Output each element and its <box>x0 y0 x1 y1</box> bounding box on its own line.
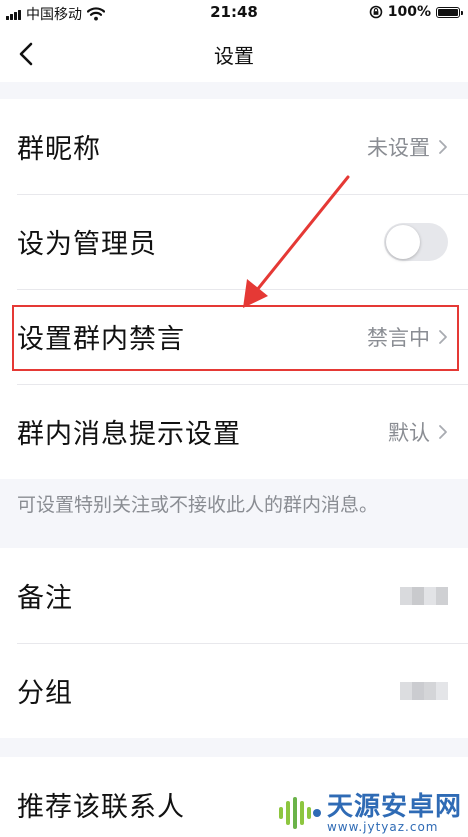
nickname-value: 未设置 <box>367 135 430 160</box>
battery-icon <box>436 6 463 18</box>
row-set-admin: 设为管理员 <box>0 194 468 289</box>
chevron-right-icon <box>439 139 447 154</box>
remark-blurred-value <box>400 586 448 605</box>
settings-group-1: 群昵称 未设置 设为管理员 设置群内禁言 禁言中 群内消息提示设置 默认 <box>0 99 468 479</box>
row-group-mute[interactable]: 设置群内禁言 禁言中 <box>0 289 468 384</box>
nav-bar: 设置 <box>0 26 468 82</box>
row-notify-settings[interactable]: 群内消息提示设置 默认 <box>0 384 468 479</box>
watermark: 天源安卓网 www.jytyaz.com <box>277 793 462 833</box>
mute-value-wrap: 禁言中 <box>367 322 448 352</box>
battery-fill <box>438 8 458 16</box>
notify-hint-text: 可设置特别关注或不接收此人的群内消息。 <box>17 494 379 516</box>
status-bar: 中国移动 21:48 100% <box>0 0 468 26</box>
toggle-knob <box>386 224 420 259</box>
battery-percent: 100% <box>387 4 431 20</box>
chevron-right-icon <box>439 329 447 344</box>
watermark-url: www.jytyaz.com <box>326 820 439 834</box>
settings-group-2: 备注 分组 <box>0 548 468 738</box>
chevron-right-icon <box>439 424 447 439</box>
watermark-text: 天源安卓网 www.jytyaz.com <box>327 793 462 833</box>
remark-value-wrap <box>400 586 448 605</box>
row-group[interactable]: 分组 <box>0 643 468 738</box>
mute-value: 禁言中 <box>367 325 430 350</box>
admin-toggle-wrap <box>384 222 448 261</box>
watermark-logo-icon <box>278 797 321 829</box>
watermark-title: 天源安卓网 <box>326 792 462 822</box>
notify-value: 默认 <box>388 420 430 445</box>
mute-label: 设置群内禁言 <box>17 324 185 355</box>
row-remark[interactable]: 备注 <box>0 548 468 643</box>
row-nickname[interactable]: 群昵称 未设置 <box>0 99 468 194</box>
group-value-wrap <box>400 681 448 700</box>
admin-label: 设为管理员 <box>17 229 157 260</box>
page-title: 设置 <box>214 44 254 68</box>
group-label: 分组 <box>17 678 73 709</box>
recommend-label: 推荐该联系人 <box>17 792 185 823</box>
admin-toggle[interactable] <box>384 222 448 261</box>
rotation-lock-icon <box>369 5 383 19</box>
notify-label: 群内消息提示设置 <box>17 419 241 450</box>
nickname-value-wrap: 未设置 <box>367 132 448 162</box>
remark-label: 备注 <box>17 583 73 614</box>
group-blurred-value <box>400 681 448 700</box>
status-right: 100% <box>369 4 463 20</box>
nickname-label: 群昵称 <box>17 134 101 165</box>
notify-value-wrap: 默认 <box>388 417 448 447</box>
screen: 中国移动 21:48 100% 设置 群昵称 未设置 设为管理员 设置群内禁言 … <box>0 0 468 837</box>
